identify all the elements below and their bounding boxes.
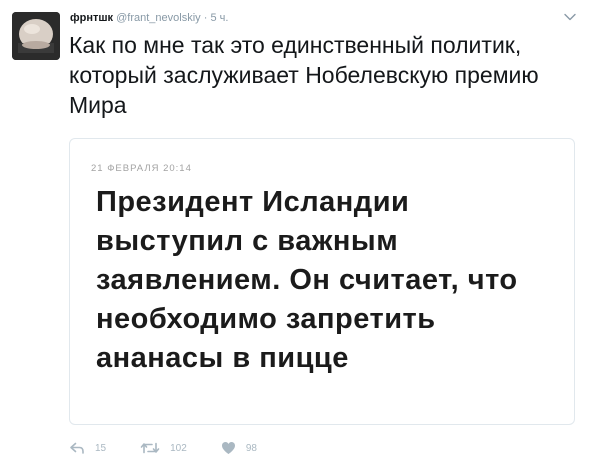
avatar[interactable] bbox=[12, 12, 60, 60]
tweet-actions: 15 102 98 bbox=[69, 438, 291, 458]
reply-count: 15 bbox=[95, 442, 107, 454]
like-button[interactable]: 98 bbox=[221, 441, 257, 455]
retweet-button[interactable]: 102 bbox=[140, 441, 187, 455]
card-headline: Президент Исландии выступил с важным зая… bbox=[96, 186, 518, 374]
like-count: 98 bbox=[245, 442, 257, 454]
card-date: 21 ФЕВРАЛЯ 20:14 bbox=[91, 163, 192, 174]
reply-button[interactable]: 15 bbox=[69, 441, 106, 455]
separator-dot: · bbox=[203, 12, 208, 24]
heart-icon bbox=[221, 441, 236, 455]
retweet-count: 102 bbox=[170, 442, 187, 454]
user-handle[interactable]: @frant_nevolskiy bbox=[116, 12, 201, 24]
tweet: фрнтшк @frant_nevolskiy · 5 ч. Как по мн… bbox=[0, 0, 592, 466]
chevron-down-icon[interactable] bbox=[562, 9, 578, 25]
tweet-text: Как по мне так это единственный политик,… bbox=[69, 32, 539, 118]
link-card[interactable]: 21 ФЕВРАЛЯ 20:14 Президент Исландии выст… bbox=[69, 138, 575, 425]
retweet-icon bbox=[140, 441, 160, 455]
tweet-header: фрнтшк @frant_nevolskiy · 5 ч. bbox=[70, 11, 228, 25]
avatar-image bbox=[12, 12, 60, 60]
reply-icon bbox=[69, 441, 85, 455]
timestamp[interactable]: 5 ч. bbox=[210, 12, 228, 24]
display-name[interactable]: фрнтшк bbox=[70, 12, 113, 24]
